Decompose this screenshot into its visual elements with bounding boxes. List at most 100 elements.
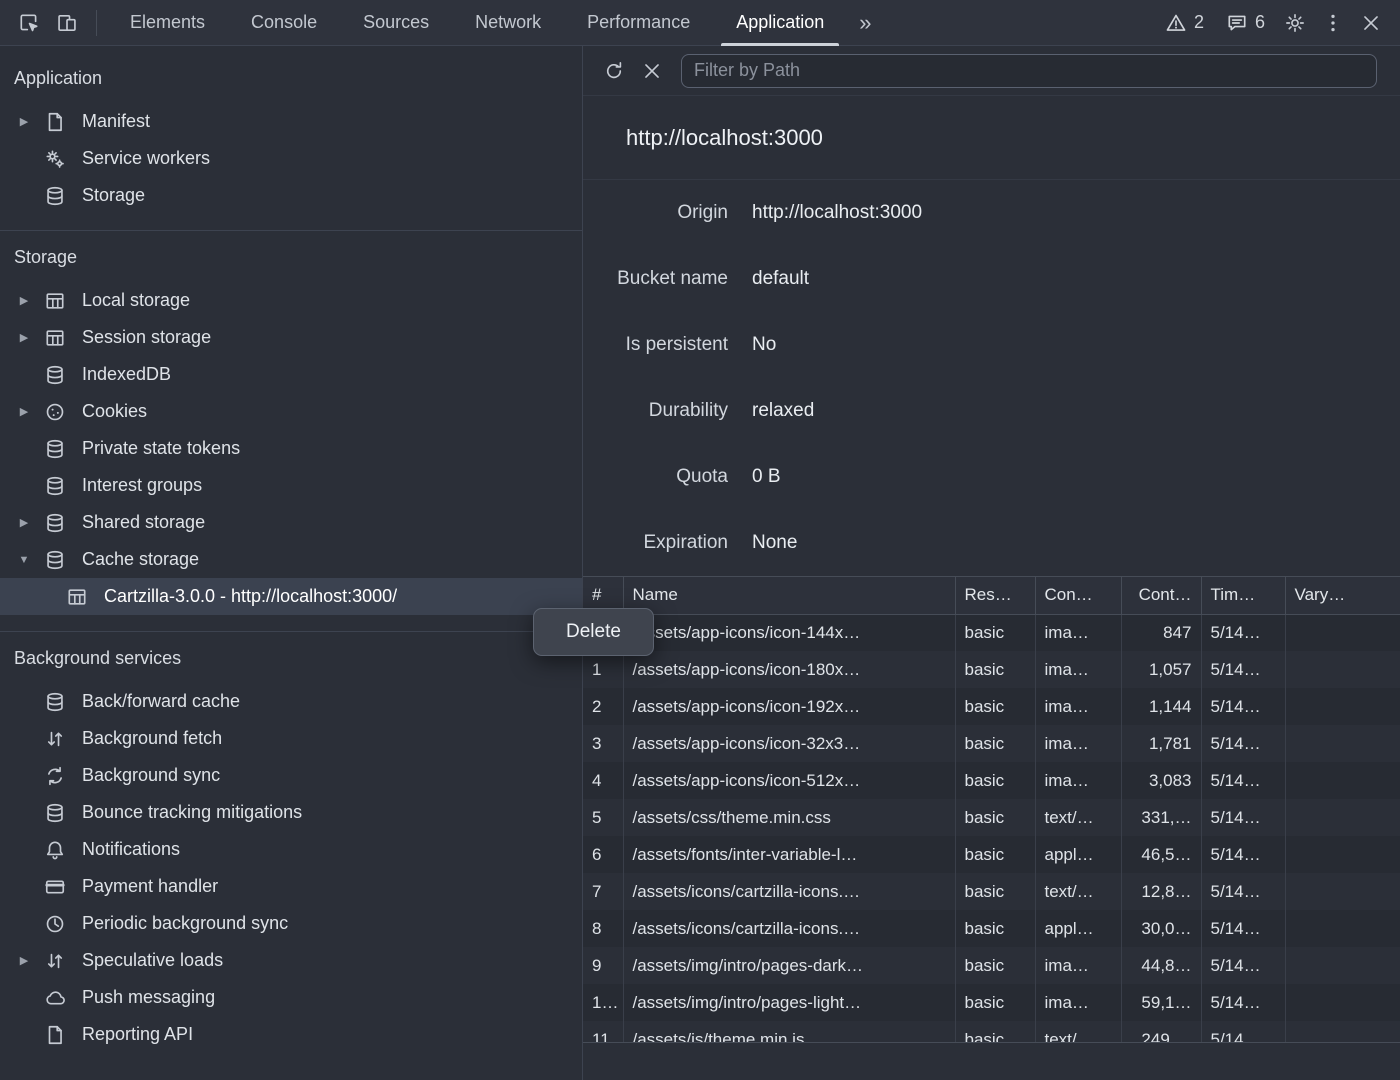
cell-vary xyxy=(1285,651,1400,688)
cache-entry-row[interactable]: 0/assets/app-icons/icon-144x…basicima…84… xyxy=(583,614,1400,651)
sidebar-item-label: Cookies xyxy=(82,401,147,422)
sidebar-item-interest-groups[interactable]: Interest groups xyxy=(0,467,582,504)
cell-res: basic xyxy=(955,651,1035,688)
cache-entry-row[interactable]: 4/assets/app-icons/icon-512x…basicima…3,… xyxy=(583,762,1400,799)
expander-closed-icon[interactable]: ▶ xyxy=(12,115,36,128)
sidebar-item-label: Push messaging xyxy=(82,987,215,1008)
cell-time: 5/14… xyxy=(1201,614,1285,651)
cell-res: basic xyxy=(955,984,1035,1021)
tab-network[interactable]: Network xyxy=(452,0,564,46)
cache-entries-table[interactable]: #NameRes…Con…Cont…Tim…Vary… 0/assets/app… xyxy=(583,576,1400,1042)
sidebar-item-cartzilla-3-0-0-http-localhost-3000[interactable]: Cartzilla-3.0.0 - http://localhost:3000/ xyxy=(0,578,582,615)
sidebar-item-storage[interactable]: Storage xyxy=(0,177,582,214)
cache-entry-row[interactable]: 2/assets/app-icons/icon-192x…basicima…1,… xyxy=(583,688,1400,725)
column-header-time[interactable]: Tim… xyxy=(1201,577,1285,614)
sidebar-item-speculative-loads[interactable]: ▶Speculative loads xyxy=(0,942,582,979)
cache-entry-row[interactable]: 8/assets/icons/cartzilla-icons.…basicapp… xyxy=(583,910,1400,947)
close-devtools-button[interactable] xyxy=(1352,4,1390,42)
sidebar-item-manifest[interactable]: ▶Manifest xyxy=(0,103,582,140)
bell-icon xyxy=(42,839,68,861)
cell-time: 5/14… xyxy=(1201,984,1285,1021)
sidebar-item-local-storage[interactable]: ▶Local storage xyxy=(0,282,582,319)
cache-entry-row[interactable]: 5/assets/css/theme.min.cssbasictext/…331… xyxy=(583,799,1400,836)
sidebar-item-payment-handler[interactable]: Payment handler xyxy=(0,868,582,905)
sidebar-item-reporting-api[interactable]: Reporting API xyxy=(0,1016,582,1053)
cell-name: /assets/img/intro/pages-light… xyxy=(623,984,955,1021)
cache-entry-row[interactable]: 6/assets/fonts/inter-variable-l…basicapp… xyxy=(583,836,1400,873)
sidebar-item-background-fetch[interactable]: Background fetch xyxy=(0,720,582,757)
cell-res: basic xyxy=(955,910,1035,947)
inspect-element-button[interactable] xyxy=(10,4,48,42)
expander-closed-icon[interactable]: ▶ xyxy=(12,294,36,307)
cache-entry-row[interactable]: 1/assets/app-icons/icon-180x…basicima…1,… xyxy=(583,651,1400,688)
cache-entry-row[interactable]: 3/assets/app-icons/icon-32x3…basicima…1,… xyxy=(583,725,1400,762)
cell-name: /assets/app-icons/icon-180x… xyxy=(623,651,955,688)
tab-sources[interactable]: Sources xyxy=(340,0,452,46)
tab-performance[interactable]: Performance xyxy=(564,0,713,46)
cache-entry-row[interactable]: 9/assets/img/intro/pages-dark…basicima…4… xyxy=(583,947,1400,984)
cache-entry-row[interactable]: 7/assets/icons/cartzilla-icons.…basictex… xyxy=(583,873,1400,910)
sidebar-item-notifications[interactable]: Notifications xyxy=(0,831,582,868)
expander-closed-icon[interactable]: ▶ xyxy=(12,405,36,418)
cell-vary xyxy=(1285,725,1400,762)
cell-res: basic xyxy=(955,688,1035,725)
sidebar-item-back-forward-cache[interactable]: Back/forward cache xyxy=(0,683,582,720)
main-menu-button[interactable] xyxy=(1314,4,1352,42)
column-header-con[interactable]: Con… xyxy=(1035,577,1121,614)
delete-selected-button[interactable] xyxy=(633,52,671,90)
metadata-label: Is persistent xyxy=(583,334,728,356)
expander-closed-icon[interactable]: ▶ xyxy=(12,331,36,344)
warnings-badge[interactable]: 2 xyxy=(1154,12,1215,34)
sidebar-item-indexeddb[interactable]: IndexedDB xyxy=(0,356,582,393)
sidebar-item-background-sync[interactable]: Background sync xyxy=(0,757,582,794)
clock-icon xyxy=(42,913,68,935)
sidebar-item-push-messaging[interactable]: Push messaging xyxy=(0,979,582,1016)
cache-storage-panel: http://localhost:3000 Originhttp://local… xyxy=(583,46,1400,1080)
sidebar-item-periodic-background-sync[interactable]: Periodic background sync xyxy=(0,905,582,942)
sidebar-item-private-state-tokens[interactable]: Private state tokens xyxy=(0,430,582,467)
settings-button[interactable] xyxy=(1276,4,1314,42)
sidebar-item-bounce-tracking-mitigations[interactable]: Bounce tracking mitigations xyxy=(0,794,582,831)
metadata-row-durability: Durabilityrelaxed xyxy=(583,378,1400,444)
warning-count: 2 xyxy=(1194,12,1204,33)
cell-res: basic xyxy=(955,873,1035,910)
doc-icon xyxy=(42,111,68,133)
refresh-button[interactable] xyxy=(595,52,633,90)
metadata-value: 0 B xyxy=(752,466,781,488)
cell-num: 9 xyxy=(583,947,623,984)
expander-closed-icon[interactable]: ▶ xyxy=(12,954,36,967)
more-tabs-button[interactable]: » xyxy=(847,10,883,36)
close-icon xyxy=(1360,12,1382,34)
sidebar-item-label: Session storage xyxy=(82,327,211,348)
column-header-size[interactable]: Cont… xyxy=(1121,577,1201,614)
refresh-icon xyxy=(603,60,625,82)
filter-by-path-input[interactable] xyxy=(681,54,1377,88)
cell-time: 5/14… xyxy=(1201,873,1285,910)
cell-vary xyxy=(1285,762,1400,799)
cache-entry-row[interactable]: 1…/assets/img/intro/pages-light…basicima… xyxy=(583,984,1400,1021)
cell-size: 249,… xyxy=(1121,1021,1201,1042)
tab-application[interactable]: Application xyxy=(713,0,847,46)
grid-icon xyxy=(64,586,90,608)
sidebar-item-session-storage[interactable]: ▶ Session storage xyxy=(0,319,582,356)
sidebar-item-cookies[interactable]: ▶ Cookies xyxy=(0,393,582,430)
cell-con: ima… xyxy=(1035,947,1121,984)
table-header-row: #NameRes…Con…Cont…Tim…Vary… xyxy=(583,577,1400,614)
column-header-res[interactable]: Res… xyxy=(955,577,1035,614)
cell-size: 331,… xyxy=(1121,799,1201,836)
tab-console[interactable]: Console xyxy=(228,0,340,46)
device-toolbar-button[interactable] xyxy=(48,4,86,42)
tab-elements[interactable]: Elements xyxy=(107,0,228,46)
sidebar-item-label: Notifications xyxy=(82,839,180,860)
column-header-vary[interactable]: Vary… xyxy=(1285,577,1400,614)
sidebar-item-service-workers[interactable]: Service workers xyxy=(0,140,582,177)
expander-closed-icon[interactable]: ▶ xyxy=(12,516,36,529)
cache-entry-row[interactable]: 11/assets/js/theme.min.jsbasictext/…249,… xyxy=(583,1021,1400,1042)
issues-badge[interactable]: 6 xyxy=(1215,12,1276,34)
sidebar-item-cache-storage[interactable]: ▼Cache storage xyxy=(0,541,582,578)
metadata-label: Quota xyxy=(583,466,728,488)
column-header-name[interactable]: Name xyxy=(623,577,955,614)
sidebar-item-shared-storage[interactable]: ▶Shared storage xyxy=(0,504,582,541)
expander-open-icon[interactable]: ▼ xyxy=(12,554,36,566)
delete-menu-item[interactable]: Delete xyxy=(539,614,648,650)
